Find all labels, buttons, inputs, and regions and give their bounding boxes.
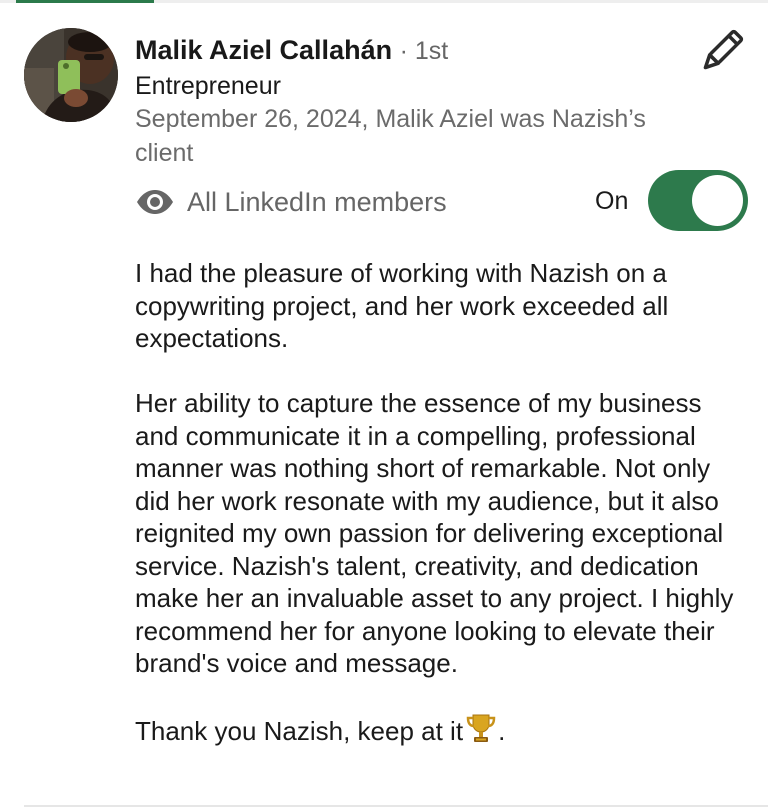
author-headline: Entrepreneur (135, 72, 281, 100)
toggle-knob (692, 175, 743, 226)
visibility-setting[interactable]: All LinkedIn members (135, 183, 447, 221)
recommendation-closing: Thank you Nazish, keep at it . (135, 712, 745, 748)
visibility-label: All LinkedIn members (187, 186, 447, 217)
author-name[interactable]: Malik Aziel Callahán (135, 35, 392, 65)
avatar-photo (24, 28, 118, 122)
closing-end: . (498, 716, 506, 746)
recommendation-paragraph: Her ability to capture the essence of my… (135, 388, 734, 678)
recommendation-meta: September 26, 2024, Malik Aziel was Nazi… (135, 105, 646, 167)
visibility-toggle[interactable] (648, 170, 748, 231)
bottom-divider (24, 805, 768, 807)
closing-text: Thank you Nazish, keep at it (135, 716, 464, 746)
connection-degree: · 1st (399, 37, 449, 65)
author-name-line: Malik Aziel Callahán · 1st (135, 33, 448, 68)
trophy-icon (466, 714, 496, 742)
recommendation-text: I had the pleasure of working with Nazis… (135, 257, 745, 780)
active-tab-indicator (16, 0, 154, 3)
toggle-state-label: On (595, 187, 629, 215)
avatar[interactable] (24, 28, 118, 122)
recommendation-paragraph: I had the pleasure of working with Nazis… (135, 258, 669, 353)
edit-button[interactable] (696, 28, 746, 76)
pencil-icon (703, 29, 744, 70)
eye-icon (137, 190, 173, 214)
